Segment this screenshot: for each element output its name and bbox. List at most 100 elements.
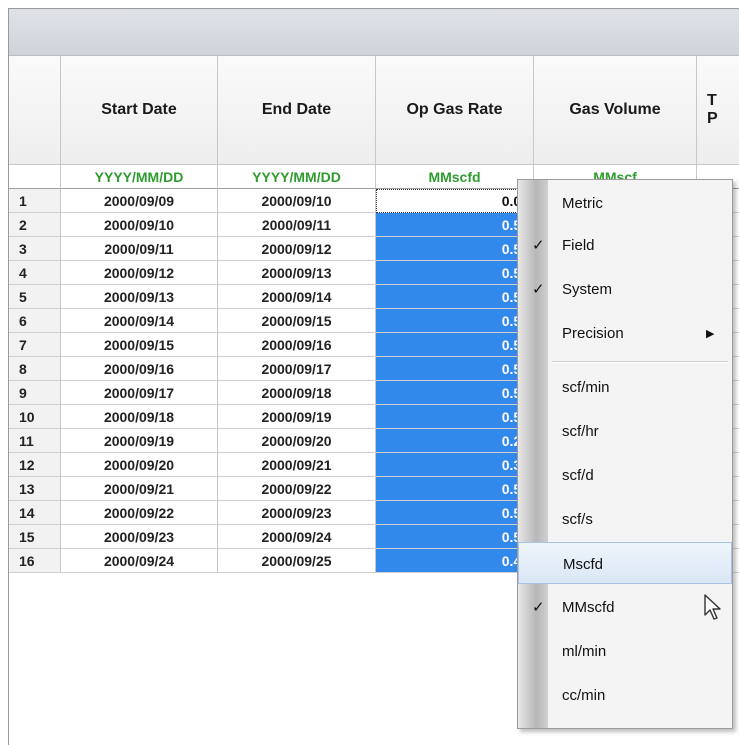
cell-start-date[interactable]: 2000/09/20	[61, 453, 218, 477]
cell-text: 2000/09/21	[103, 480, 175, 497]
cell-text: 2000/09/20	[261, 432, 332, 449]
menu-item-label: scf/d	[562, 466, 594, 484]
menu-item-unit-cc-min[interactable]: cc/min	[518, 674, 732, 716]
cell-start-date[interactable]: 2000/09/24	[61, 549, 218, 573]
row-number[interactable]: 9	[9, 381, 61, 405]
cell-end-date[interactable]: 2000/09/19	[218, 405, 376, 429]
menu-item-unit-mmscfd[interactable]: ✓ MMscfd	[518, 586, 732, 628]
cell-end-date[interactable]: 2000/09/22	[218, 477, 376, 501]
cell-end-date[interactable]: 2000/09/16	[218, 333, 376, 357]
cell-start-date[interactable]: 2000/09/22	[61, 501, 218, 525]
cell-op-gas-rate[interactable]: 0.53	[376, 381, 534, 405]
cell-op-gas-rate[interactable]: 0.53	[376, 333, 534, 357]
cell-start-date[interactable]: 2000/09/11	[61, 237, 218, 261]
row-number[interactable]: 11	[9, 429, 61, 453]
row-number[interactable]: 10	[9, 405, 61, 429]
cell-op-gas-rate[interactable]: 0.55	[376, 309, 534, 333]
cell-op-gas-rate[interactable]: 0.53	[376, 357, 534, 381]
cell-op-gas-rate[interactable]: 0.39	[376, 453, 534, 477]
cell-op-gas-rate[interactable]: 0.49	[376, 549, 534, 573]
cell-end-date[interactable]: 2000/09/25	[218, 549, 376, 573]
cell-start-date[interactable]: 2000/09/09	[61, 189, 218, 213]
cell-end-date[interactable]: 2000/09/17	[218, 357, 376, 381]
cell-start-date[interactable]: 2000/09/19	[61, 429, 218, 453]
cell-op-gas-rate[interactable]: 0.55	[376, 525, 534, 549]
column-header-label: Op Gas Rate	[406, 101, 503, 118]
column-header-label: End Date	[261, 101, 332, 118]
row-number[interactable]: 12	[9, 453, 61, 477]
cell-start-date[interactable]: 2000/09/21	[61, 477, 218, 501]
menu-item-field[interactable]: ✓ Field	[518, 224, 732, 266]
menu-item-unit-ml-min[interactable]: ml/min	[518, 630, 732, 672]
cell-text: 2000/09/12	[261, 240, 332, 257]
cell-start-date[interactable]: 2000/09/16	[61, 357, 218, 381]
cell-op-gas-rate[interactable]: 0.00	[376, 189, 534, 213]
column-header-end-date[interactable]: End Date	[218, 56, 376, 165]
column-header-gas-volume[interactable]: Gas Volume	[534, 56, 697, 165]
cell-end-date[interactable]: 2000/09/11	[218, 213, 376, 237]
cell-end-date[interactable]: 2000/09/21	[218, 453, 376, 477]
cell-text: 12	[19, 456, 35, 473]
cell-start-date[interactable]: 2000/09/23	[61, 525, 218, 549]
cell-op-gas-rate[interactable]: 0.53	[376, 405, 534, 429]
unit-end-date[interactable]: YYYY/MM/DD	[218, 165, 376, 189]
menu-item-precision[interactable]: Precision ▶	[518, 312, 732, 354]
cell-start-date[interactable]: 2000/09/10	[61, 213, 218, 237]
row-number[interactable]: 16	[9, 549, 61, 573]
menu-item-label: scf/hr	[562, 422, 599, 440]
row-number[interactable]: 14	[9, 501, 61, 525]
menu-item-label: ml/min	[562, 642, 607, 660]
cell-op-gas-rate[interactable]: 0.50	[376, 477, 534, 501]
cell-op-gas-rate[interactable]: 0.50	[376, 501, 534, 525]
cell-op-gas-rate[interactable]: 0.55	[376, 285, 534, 309]
row-number[interactable]: 8	[9, 357, 61, 381]
column-header-partial[interactable]: T P	[697, 56, 739, 165]
cell-start-date[interactable]: 2000/09/17	[61, 381, 218, 405]
menu-item-unit-scf-s[interactable]: scf/s	[518, 498, 732, 540]
cell-end-date[interactable]: 2000/09/12	[218, 237, 376, 261]
cell-start-date[interactable]: 2000/09/12	[61, 261, 218, 285]
cell-end-date[interactable]: 2000/09/23	[218, 501, 376, 525]
cell-text: 2000/09/18	[103, 408, 175, 425]
row-number[interactable]: 4	[9, 261, 61, 285]
menu-item-system[interactable]: ✓ System	[518, 268, 732, 310]
cell-end-date[interactable]: 2000/09/24	[218, 525, 376, 549]
cell-end-date[interactable]: 2000/09/20	[218, 429, 376, 453]
units-context-menu: Metric ✓ Field ✓ System Precision ▶ scf/…	[517, 179, 733, 729]
row-number[interactable]: 6	[9, 309, 61, 333]
column-header-op-gas-rate[interactable]: Op Gas Rate	[376, 56, 534, 165]
row-number[interactable]: 3	[9, 237, 61, 261]
cell-text: 2000/09/10	[261, 192, 332, 209]
cell-op-gas-rate[interactable]: 0.55	[376, 213, 534, 237]
cell-op-gas-rate[interactable]: 0.55	[376, 261, 534, 285]
row-number[interactable]: 13	[9, 477, 61, 501]
menu-item-unit-mscfd[interactable]: Mscfd	[518, 542, 732, 584]
cell-op-gas-rate[interactable]: 0.20	[376, 429, 534, 453]
row-number[interactable]: 7	[9, 333, 61, 357]
cell-op-gas-rate[interactable]: 0.55	[376, 237, 534, 261]
cell-text: 1	[19, 192, 27, 209]
unit-op-gas-rate[interactable]: MMscfd	[376, 165, 534, 189]
cell-start-date[interactable]: 2000/09/15	[61, 333, 218, 357]
cell-start-date[interactable]: 2000/09/18	[61, 405, 218, 429]
cell-start-date[interactable]: 2000/09/14	[61, 309, 218, 333]
row-number[interactable]: 5	[9, 285, 61, 309]
row-number[interactable]: 2	[9, 213, 61, 237]
cell-end-date[interactable]: 2000/09/15	[218, 309, 376, 333]
menu-item-unit-scf-hr[interactable]: scf/hr	[518, 410, 732, 452]
unit-start-date[interactable]: YYYY/MM/DD	[61, 165, 218, 189]
row-number[interactable]: 1	[9, 189, 61, 213]
unit-label: YYYY/MM/DD	[252, 168, 341, 185]
column-header-start-date[interactable]: Start Date	[61, 56, 218, 165]
cell-start-date[interactable]: 2000/09/13	[61, 285, 218, 309]
cell-end-date[interactable]: 2000/09/13	[218, 261, 376, 285]
cell-text: 2000/09/25	[261, 552, 332, 569]
menu-item-unit-scf-d[interactable]: scf/d	[518, 454, 732, 496]
cell-end-date[interactable]: 2000/09/14	[218, 285, 376, 309]
row-number[interactable]: 15	[9, 525, 61, 549]
menu-item-metric[interactable]: Metric	[518, 182, 732, 224]
cell-end-date[interactable]: 2000/09/10	[218, 189, 376, 213]
cell-end-date[interactable]: 2000/09/18	[218, 381, 376, 405]
menu-item-unit-scf-min[interactable]: scf/min	[518, 366, 732, 408]
cell-text: 2	[19, 216, 27, 233]
